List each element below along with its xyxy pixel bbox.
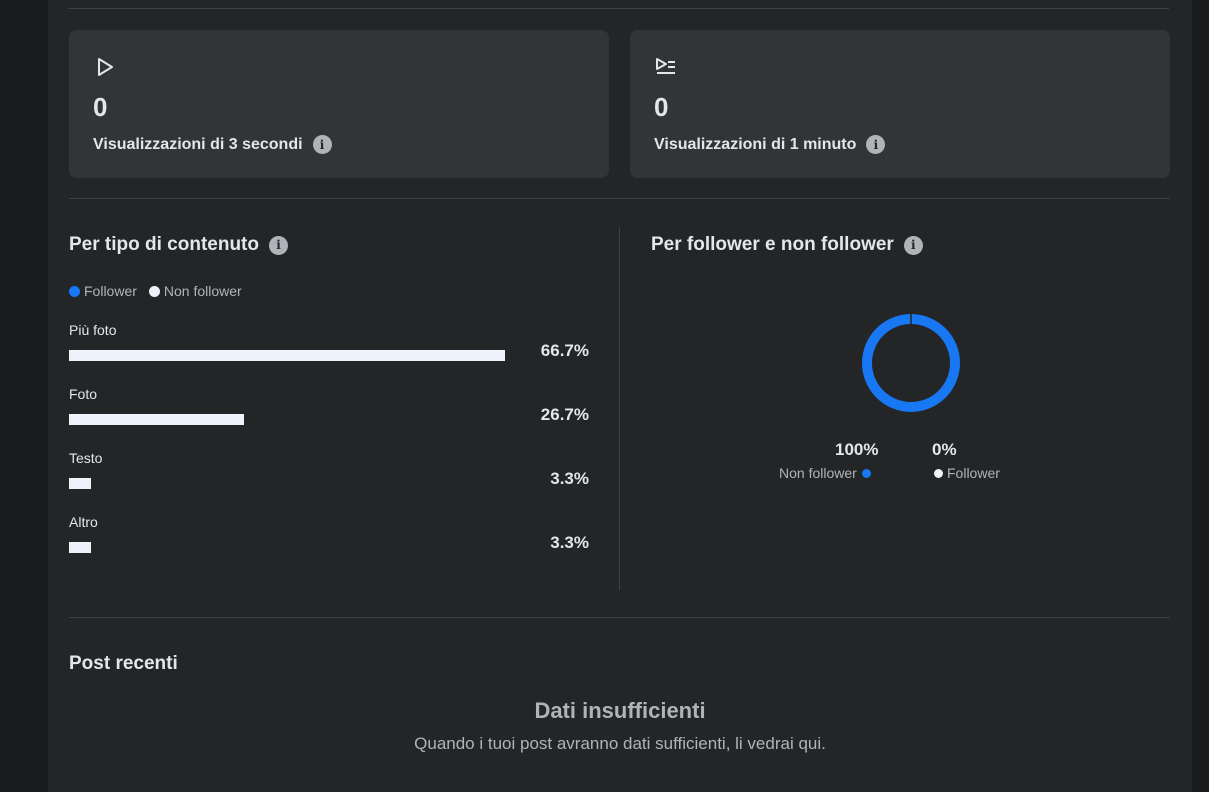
play-icon [98,58,113,76]
recent-posts-title: Post recenti [69,653,178,674]
legend-follower: Follower [69,283,137,299]
non-follower-dot [148,285,160,297]
section-divider [69,198,1170,199]
bar-track [69,542,505,553]
bar-category-label: Testo [69,450,103,466]
info-icon[interactable]: i [312,135,332,154]
bar-fill-testo [69,478,91,489]
bar-fill-foto [69,414,244,425]
views-3s-label: Visualizzazioni di 3 secondi i [93,135,332,154]
section-divider [69,617,1170,618]
bar-fill-altro [69,542,91,553]
info-icon[interactable]: i [903,235,923,255]
donut-slice-non-follower [862,314,960,412]
bar-track [69,350,505,361]
bar-category-label: Altro [69,514,98,530]
bar-value-label: 3.3% [550,533,589,552]
views-3s-card: 0 Visualizzazioni di 3 secondi i [69,30,609,178]
top-divider [68,8,1169,9]
bar-value-label: 3.3% [550,469,589,488]
info-icon[interactable]: i [269,235,288,255]
non-follower-label: Non follower [779,465,871,481]
follower-label: Follower [934,465,1000,481]
bar-row-piu-foto: Più foto 66.7% [69,322,589,372]
bar-fill-piu-foto [69,350,505,361]
bar-row-foto: Foto 26.7% [69,386,589,436]
empty-state-message: Quando i tuoi post avranno dati sufficie… [414,734,826,753]
insights-page: 0 Visualizzazioni di 3 secondi i 0 Visua… [48,0,1192,792]
legend-non-follower: Non follower [148,283,242,299]
empty-state-title: Dati insufficienti [534,698,706,723]
views-1m-label: Visualizzazioni di 1 minuto i [654,135,886,154]
follower-pct: 0% [932,440,957,459]
follower-donut-chart [862,313,960,412]
content-type-title: Per tipo di contenuto i [69,234,288,256]
bar-value-label: 66.7% [540,341,589,360]
views-1m-card: 0 Visualizzazioni di 1 minuto i [630,30,1170,178]
content-type-legend: Follower Non follower [69,283,254,299]
bar-track [69,478,505,489]
views-1m-value: 0 [654,92,669,122]
follower-legend-dot [934,468,943,478]
follower-split-title: Per follower e non follower i [651,234,923,256]
bar-category-label: Foto [69,386,98,402]
play-list-icon [656,58,675,74]
bar-value-label: 26.7% [540,405,589,424]
bar-track [69,414,505,425]
non-follower-pct: 100% [835,440,879,459]
bar-category-label: Più foto [69,322,117,338]
info-icon[interactable]: i [866,135,886,154]
bar-row-altro: Altro 3.3% [69,514,589,564]
bar-row-testo: Testo 3.3% [69,450,589,500]
views-3s-value: 0 [93,92,108,122]
non-follower-legend-dot [861,468,871,478]
vertical-divider [619,227,620,590]
follower-dot [69,285,80,297]
